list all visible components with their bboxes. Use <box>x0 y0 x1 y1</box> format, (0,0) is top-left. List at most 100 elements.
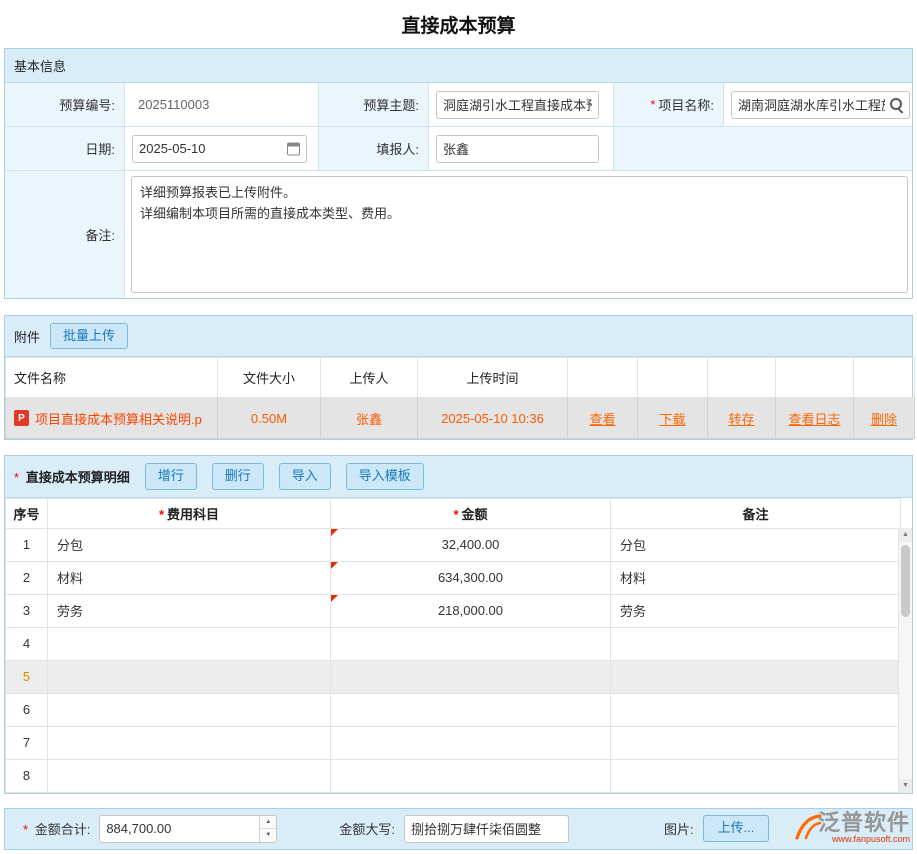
amount-cell[interactable] <box>331 660 611 693</box>
amount-cell[interactable] <box>331 759 611 792</box>
attachment-uploader: 张鑫 <box>321 398 418 439</box>
amount-cell[interactable]: 32,400.00 <box>331 528 611 561</box>
detail-row-1: 1 分包 32,400.00 分包 <box>6 528 901 561</box>
row-no: 7 <box>6 726 48 759</box>
amount-spinner: ▲ ▼ <box>259 816 276 842</box>
import-template-button[interactable]: 导入模板 <box>346 463 424 489</box>
amount-words-label: 金额大写: <box>339 819 395 838</box>
image-upload-button[interactable]: 上传... <box>703 815 770 841</box>
remark-cell[interactable]: 分包 <box>611 528 901 561</box>
view-link[interactable]: 查看 <box>589 412 615 427</box>
subject-cell[interactable]: 劳务 <box>48 594 331 627</box>
basic-info-section-header: 基本信息 <box>5 49 912 83</box>
logo-name: 泛普软件 <box>818 811 910 835</box>
amount-cell[interactable] <box>331 726 611 759</box>
budget-subject-label: 预算主题: <box>318 83 428 127</box>
subject-cell[interactable] <box>48 660 331 693</box>
scroll-down-icon[interactable]: ▼ <box>899 779 912 793</box>
col-upload-time: 上传时间 <box>418 358 568 398</box>
remark-cell <box>124 171 912 298</box>
subject-cell[interactable] <box>48 759 331 792</box>
col-uploader: 上传人 <box>321 358 418 398</box>
subject-cell[interactable]: 分包 <box>48 528 331 561</box>
subject-cell[interactable]: 材料 <box>48 561 331 594</box>
col-no: 序号 <box>6 498 48 528</box>
fanpu-logo: 泛普软件 www.fanpusoft.com <box>793 811 910 844</box>
download-link[interactable]: 下载 <box>659 412 685 427</box>
page-title: 直接成本预算 <box>0 0 917 48</box>
detail-row-3: 3 劳务 218,000.00 劳务 <box>6 594 901 627</box>
scrollbar-thumb[interactable] <box>901 545 910 617</box>
basic-info-panel: 基本信息 预算编号: 2025110003 预算主题: * 项目名称: 日期: <box>4 48 913 299</box>
attachment-row: P 项目直接成本预算相关说明.p 0.50M 张鑫 2025-05-10 10:… <box>6 398 915 439</box>
budget-subject-input[interactable] <box>436 91 599 119</box>
logo-text-block: 泛普软件 www.fanpusoft.com <box>818 811 910 844</box>
preparer-input[interactable] <box>436 135 599 163</box>
col-subject: *费用科目 <box>48 498 331 528</box>
remark-cell[interactable]: 劳务 <box>611 594 901 627</box>
project-name-cell <box>723 83 912 127</box>
pdf-file-icon: P <box>14 410 29 426</box>
remark-cell[interactable] <box>611 759 901 792</box>
table-scrollbar[interactable]: ▲ ▼ <box>898 528 912 793</box>
detail-section-header: * 直接成本预算明细 增行 删行 导入 导入模板 <box>5 456 912 497</box>
import-button[interactable]: 导入 <box>279 463 331 489</box>
project-name-input[interactable] <box>731 91 910 119</box>
subject-cell[interactable] <box>48 693 331 726</box>
scrollbar-track[interactable] <box>899 542 912 779</box>
total-amount-label: * 金额合计: <box>23 819 90 838</box>
attachments-header-row: 文件名称 文件大小 上传人 上传时间 <box>6 358 915 398</box>
detail-row-2: 2 材料 634,300.00 材料 <box>6 561 901 594</box>
attachment-upload-time: 2025-05-10 10:36 <box>418 398 568 439</box>
subject-cell[interactable] <box>48 627 331 660</box>
col-action <box>776 358 854 398</box>
remark-cell[interactable] <box>611 660 901 693</box>
col-action <box>638 358 708 398</box>
remark-cell[interactable] <box>611 627 901 660</box>
batch-upload-button[interactable]: 批量上传 <box>50 323 128 349</box>
scroll-up-icon[interactable]: ▲ <box>899 528 912 542</box>
attachment-file-size: 0.50M <box>218 398 321 439</box>
spinner-down-icon[interactable]: ▼ <box>260 829 276 842</box>
remark-textarea[interactable] <box>131 176 908 293</box>
row-no: 1 <box>6 528 48 561</box>
col-action <box>568 358 638 398</box>
date-input[interactable] <box>132 135 307 163</box>
row-no: 5 <box>6 660 48 693</box>
remark-cell[interactable]: 材料 <box>611 561 901 594</box>
col-action <box>708 358 776 398</box>
remark-cell[interactable] <box>611 693 901 726</box>
amount-cell[interactable]: 634,300.00 <box>331 561 611 594</box>
delete-link[interactable]: 删除 <box>871 412 897 427</box>
add-row-button[interactable]: 增行 <box>145 463 197 489</box>
image-group: 图片: 上传... <box>664 815 769 841</box>
remark-cell[interactable] <box>611 726 901 759</box>
view-log-link[interactable]: 查看日志 <box>788 412 840 427</box>
row-no: 4 <box>6 627 48 660</box>
calendar-icon[interactable] <box>287 142 300 155</box>
amount-cell[interactable] <box>331 627 611 660</box>
image-label: 图片: <box>664 819 694 838</box>
detail-panel: * 直接成本预算明细 增行 删行 导入 导入模板 序号 *费用科目 *金额 备注… <box>4 455 913 793</box>
attachments-title: 附件 <box>14 327 40 346</box>
col-file-size: 文件大小 <box>218 358 321 398</box>
delete-row-button[interactable]: 删行 <box>212 463 264 489</box>
amount-cell[interactable] <box>331 693 611 726</box>
date-cell <box>124 127 318 171</box>
amount-cell[interactable]: 218,000.00 <box>331 594 611 627</box>
subject-cell[interactable] <box>48 726 331 759</box>
spinner-up-icon[interactable]: ▲ <box>260 816 276 830</box>
detail-title: * 直接成本预算明细 <box>14 467 130 486</box>
detail-row-5-selected: 5 <box>6 660 901 693</box>
col-file-name: 文件名称 <box>6 358 218 398</box>
search-icon[interactable] <box>890 98 904 112</box>
preparer-cell <box>428 127 613 171</box>
amount-words-input[interactable] <box>404 815 569 843</box>
row-no: 6 <box>6 693 48 726</box>
detail-row-4: 4 <box>6 627 901 660</box>
total-amount-input[interactable] <box>99 815 277 843</box>
attachments-table: 文件名称 文件大小 上传人 上传时间 P 项目直接成本预算相关说明.p 0.50… <box>5 357 915 439</box>
col-action <box>854 358 915 398</box>
attachment-file-link[interactable]: 项目直接成本预算相关说明.p <box>35 409 202 428</box>
transfer-link[interactable]: 转存 <box>728 412 754 427</box>
